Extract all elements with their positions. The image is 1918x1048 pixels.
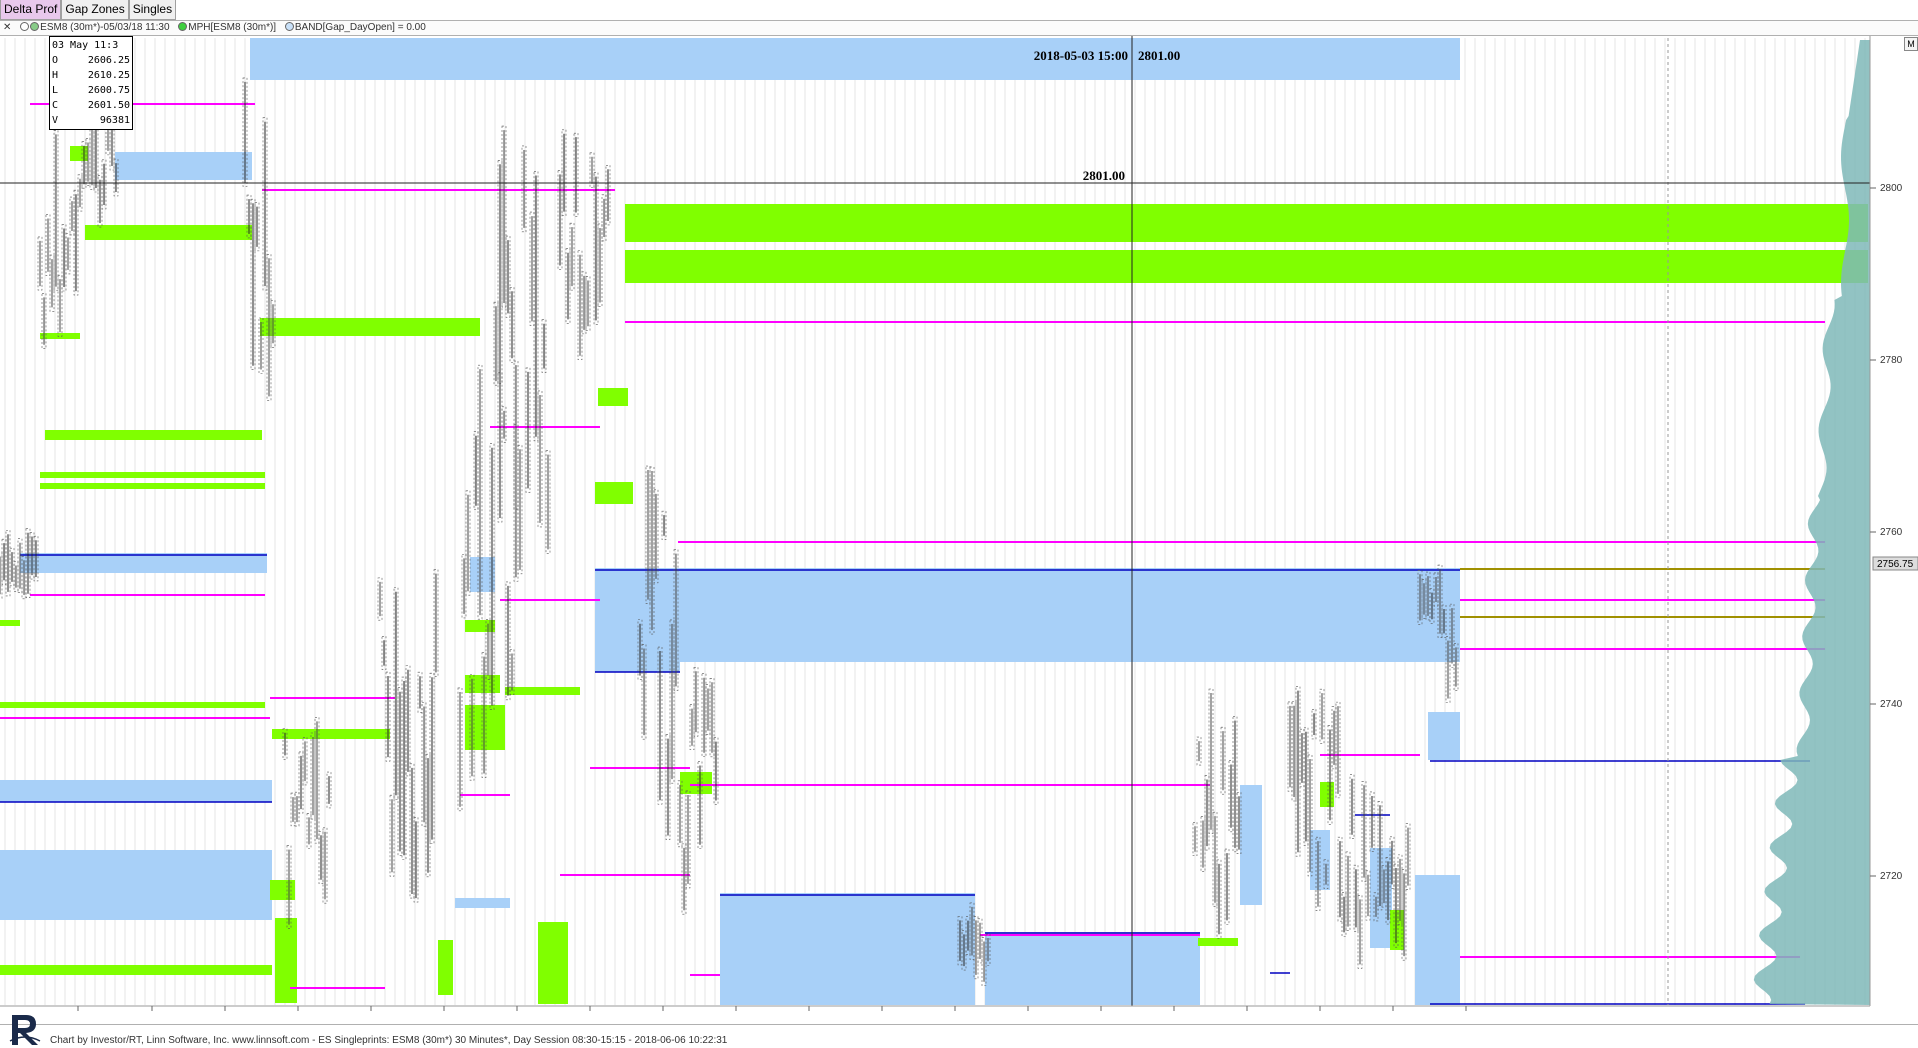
time-axis-label: 08:30: [1234, 1021, 1259, 1022]
time-axis-label: 08:30: [577, 1021, 602, 1022]
footer-text: Chart by Investor/RT, Linn Software, Inc…: [50, 1035, 728, 1046]
ohlc-date: 03 May 11:3: [52, 40, 119, 51]
ohlc-high-row: H 2610.25: [52, 70, 130, 81]
time-axis-label: 08:30: [723, 1021, 748, 1022]
time-axis-label: 08:30: [1088, 1021, 1113, 1022]
time-axis-label: 08:30: [1307, 1021, 1332, 1022]
status-dot-icon: [30, 22, 40, 31]
price-ticks: 2800 2780 2760 2740 2720: [1880, 183, 1903, 882]
tab-delta-prof[interactable]: Delta Prof: [0, 0, 62, 20]
price-tick-label: 2760: [1880, 527, 1903, 538]
band-legend[interactable]: BAND[Gap_DayOpen] = 0.00: [284, 22, 426, 33]
ohlc-data-box: 03 May 11:3 O 2606.25 H 2610.25 L 2600.75 C…: [49, 36, 133, 130]
time-axis-label: 08:30: [358, 1021, 383, 1022]
ohlc-volume-row: V 96381: [52, 115, 130, 126]
time-axis-label: 08:30: [65, 1021, 90, 1022]
time-axis-label: 08:30: [1453, 1021, 1478, 1022]
green-dot-icon: [178, 22, 188, 31]
chart-canvas[interactable]: 2800 2780 2760 2740 2720 2756.75 2018-05…: [0, 36, 1918, 1022]
investor-rt-logo-icon: [9, 1015, 41, 1045]
price-tick-marks: [1870, 187, 1876, 877]
time-axis-label: 08:30: [796, 1021, 821, 1022]
tab-bar: Delta Prof Gap Zones Singles: [0, 0, 177, 20]
last-price-tag: 2756.75: [1877, 559, 1914, 570]
crosshair-time-label: 2018-05-03 15:00: [1034, 48, 1128, 63]
price-tick-label: 2780: [1880, 355, 1903, 366]
time-axis-label: 08:30: [504, 1021, 529, 1022]
time-axis-label: 08:30: [1380, 1021, 1405, 1022]
time-axis-label: 08:30: [1015, 1021, 1040, 1022]
crosshair-value-label: 2801.00: [1138, 48, 1180, 63]
time-axis-label: 08:30: [869, 1021, 894, 1022]
mph-legend[interactable]: MPH[ESM8 (30m*)]: [178, 22, 276, 33]
time-axis-label: 08:30: [1161, 1021, 1186, 1022]
time-axis-label: 08:30: [431, 1021, 456, 1022]
ohlc-close-row: C 2601.50: [52, 100, 130, 111]
price-tick-label: 2740: [1880, 699, 1903, 710]
price-tick-label: 2720: [1880, 871, 1903, 882]
menu-button[interactable]: M: [1904, 37, 1918, 51]
time-axis-label: 08:30: [942, 1021, 967, 1022]
time-axis-label: 08:30: [139, 1021, 164, 1022]
time-axis-label: 08:30: [285, 1021, 310, 1022]
price-tick-label: 2800: [1880, 183, 1903, 194]
instrument-legend[interactable]: ESM8 (30m*)-05/03/18 11:30: [20, 22, 170, 33]
time-axis-label: 08:30: [212, 1021, 237, 1022]
status-dot-icon: [20, 22, 30, 31]
blue-dot-icon: [284, 22, 294, 31]
time-axis-label: 08:30: [650, 1021, 675, 1022]
chart-area[interactable]: 2800 2780 2760 2740 2720 2756.75 2018-05…: [0, 36, 1918, 1022]
crosshair-price-label: 2801.00: [1083, 168, 1125, 183]
ohlc-low-row: L 2600.75: [52, 85, 130, 96]
time-axis: 08:30 08:30 08:30 08:30 08:30 08:30 08:30 08:30…: [65, 1006, 1479, 1022]
tab-gap-zones[interactable]: Gap Zones: [61, 0, 129, 20]
volume-profile: [1753, 40, 1870, 1005]
indicator-legend-bar: ✕ ESM8 (30m*)-05/03/18 11:30 MPH[ESM8 (3…: [0, 20, 1918, 36]
close-icon[interactable]: ✕: [3, 22, 11, 33]
tab-singles[interactable]: Singles: [128, 0, 177, 20]
ohlc-open-row: O 2606.25: [52, 55, 130, 66]
footer-bar: Chart by Investor/RT, Linn Software, Inc…: [0, 1015, 1918, 1048]
